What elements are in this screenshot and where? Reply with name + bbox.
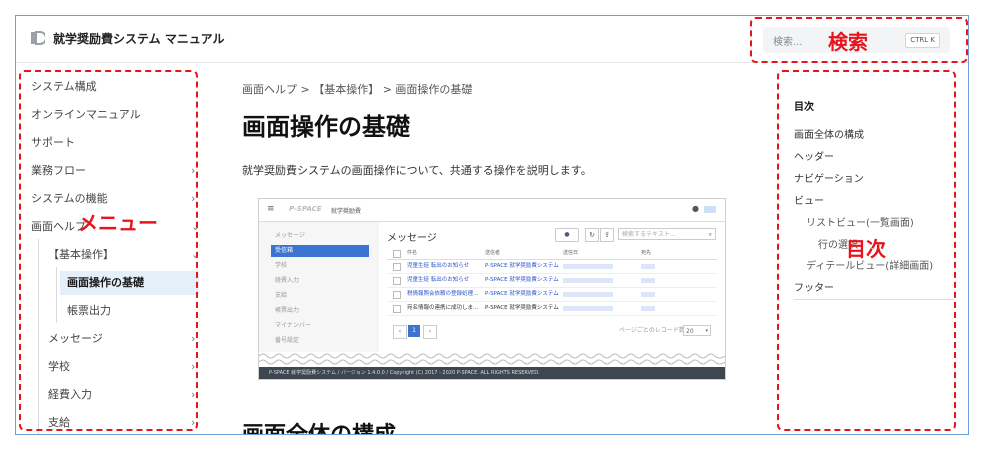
page-title: 画面操作の基礎 [242,113,410,141]
app-header: ≡ P-SPACE 就学奨励費 ● [259,199,725,222]
app-row-sender: P-SPACE 就学奨励費システム [485,277,559,283]
breadcrumb[interactable]: 画面ヘルプ > 【基本操作】 > 画面操作の基礎 [242,81,472,97]
app-row-subject: 宛名情報の連携に成功しま... [407,305,479,311]
app-row-to-blurred [641,292,655,297]
app-side-item: 学校 [275,262,288,269]
app-search-placeholder: 検索するテキスト... [622,231,676,238]
app-footer: P-SPACE 就学奨励費システム / バージョン 1.4.0.0 / Copy… [259,367,725,379]
app-row-date-blurred [563,292,613,297]
app-search-input: 検索するテキスト... ⌕ [618,228,716,240]
app-row-checkbox [393,291,401,299]
app-table-header: 件名 送信者 送信日 宛先 [387,248,717,260]
app-col-to: 宛先 [641,250,652,256]
app-export-icon: ⇪ [600,228,614,242]
app-row-date-blurred [563,264,613,269]
app-side-item: 支給 [275,292,288,299]
app-heading: メッセージ [387,233,437,244]
main-content: 画面ヘルプ > 【基本操作】 > 画面操作の基礎 画面操作の基礎 就学奨励費シス… [206,63,776,434]
app-row-sender: P-SPACE 就学奨励費システム [485,305,559,311]
app-row-date-blurred [563,306,613,311]
app-row-subject: 税情報照会依頼の登録処理... [407,291,479,297]
app-pagination: ‹ 1 › ページごとのレコード数 20 ▾ [387,323,717,339]
app-checkbox-all [393,250,401,258]
app-logo: P-SPACE [289,205,322,213]
app-row-subject: 児童生徒 転出のお知らせ [407,277,470,283]
app-row-checkbox [393,277,401,285]
app-side-item-active: 受信箱 [271,245,369,257]
annotation-menu-label: メニュー [78,211,158,235]
app-row-subject: 児童生徒 転出のお知らせ [407,263,470,269]
app-col-date: 送信日 [563,250,579,256]
app-mail-button: ● [555,228,579,242]
app-search-icon: ⌕ [708,231,712,238]
site-title[interactable]: 就学奨励費システム マニュアル [53,30,224,47]
app-sidebar: メッセージ 受信箱 学校 経費入力 支給 帳票出力 マイナンバー 番号設定 [259,222,379,352]
app-side-item: メッセージ [275,232,305,239]
app-table-row: 児童生徒 転出のお知らせ P-SPACE 就学奨励費システム [387,274,717,288]
app-side-item: 経費入力 [275,277,300,284]
app-row-to-blurred [641,306,655,311]
app-side-item: 番号設定 [275,337,300,344]
section-heading: 画面全体の構成 [242,417,396,434]
app-per-page-select: 20 ▾ [683,325,711,336]
annotation-toc-label: 目次 [846,237,886,261]
app-row-checkbox [393,305,401,313]
manual-logo-icon [31,31,45,45]
app-side-item: マイナンバー [275,322,311,329]
hamburger-icon: ≡ [267,204,275,214]
app-side-item: 帳票出力 [275,307,300,314]
user-icon: ● [692,204,699,213]
app-page-current: 1 [408,325,420,337]
annotation-menu-box [19,70,198,431]
app-name: 就学奨励費 [331,208,362,215]
app-per-page-label: ページごとのレコード数 [619,327,685,334]
app-row-date-blurred [563,278,613,283]
app-main: メッセージ ● ↻ ⇪ 検索するテキスト... ⌕ 件名 送信者 送信日 宛先 [387,222,717,352]
app-per-page-value: 20 [686,328,694,335]
app-prev-page-icon: ‹ [393,325,407,339]
app-col-sender: 送信者 [485,250,501,256]
app-table-row: 税情報照会依頼の登録処理... P-SPACE 就学奨励費システム [387,288,717,302]
app-next-page-icon: › [423,325,437,339]
app-row-sender: P-SPACE 就学奨励費システム [485,263,559,269]
user-name-blurred [704,206,716,213]
app-screenshot-figure: ≡ P-SPACE 就学奨励費 ● メッセージ 受信箱 学校 経費入力 支給 帳… [258,198,726,380]
app-col-subject: 件名 [407,250,418,256]
torn-edge-divider [259,353,725,365]
annotation-search-label: 検索 [828,30,868,54]
page-description: 就学奨励費システムの画面操作について、共通する操作を説明します。 [242,164,592,177]
app-refresh-icon: ↻ [585,228,599,242]
app-table-row: 宛名情報の連携に成功しま... P-SPACE 就学奨励費システム [387,302,717,316]
chevron-down-icon: ▾ [705,328,708,334]
app-row-checkbox [393,263,401,271]
app-row-sender: P-SPACE 就学奨励費システム [485,291,559,297]
app-table-row: 児童生徒 転出のお知らせ P-SPACE 就学奨励費システム [387,260,717,274]
app-row-to-blurred [641,278,655,283]
app-row-to-blurred [641,264,655,269]
